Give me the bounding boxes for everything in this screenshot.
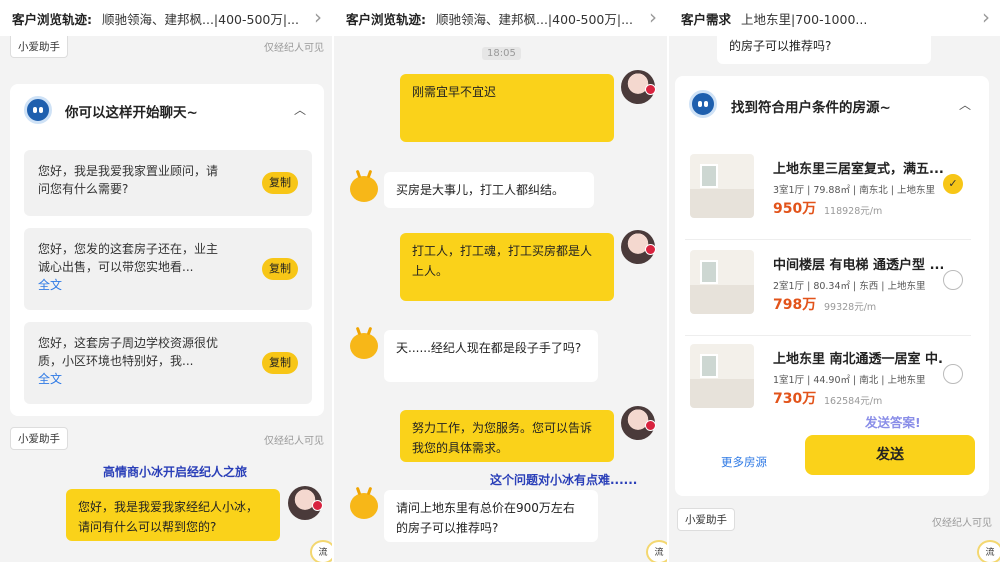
copy-button[interactable]: 复制	[262, 172, 298, 194]
annotation-caption: 发送答案!	[865, 415, 921, 430]
chevron-right-icon[interactable]: ›	[976, 7, 990, 27]
collapse-icon[interactable]: ︿	[959, 96, 971, 113]
suggestion-item: 您好，您发的这套房子还在，业主诚心出售，可以带您实地看... 全文 复制	[24, 228, 312, 310]
full-text-link[interactable]: 全文	[38, 276, 228, 294]
listing-details: 2室1厅 | 80.34㎡ | 东西 | 上地东里	[773, 281, 926, 292]
listing-row[interactable]: 上地东里三居室复式，满五... 3室1厅 | 79.88㎡ | 南东北 | 上地…	[685, 154, 971, 240]
select-radio[interactable]	[943, 270, 963, 290]
header-bar[interactable]: 客户浏览轨迹: 顺驰领海、建邦枫...|400-500万|... ›	[334, 0, 667, 36]
message-bubble: 打工人，打工魂，打工买房都是人上人。	[400, 233, 614, 301]
chevron-right-icon[interactable]: ›	[308, 7, 322, 27]
listing-details: 1室1厅 | 44.90㎡ | 南北 | 上地东里	[773, 375, 926, 386]
listing-price: 798万	[773, 297, 817, 313]
header-label: 客户需求	[681, 11, 732, 27]
annotation-caption: 这个问题对小冰有点难......	[490, 473, 638, 487]
header-label: 客户浏览轨迹:	[346, 11, 426, 27]
listing-photo	[690, 250, 754, 314]
suggestion-item: 您好，这套房子周边学校资源很优质，小区环境也特别好，我... 全文 复制	[24, 322, 312, 404]
listing-title: 上地东里三居室复式，满五...	[773, 162, 943, 177]
suggestion-item: 您好，我是我爱我家置业顾问，请问您有什么需要? 复制	[24, 150, 312, 216]
agent-avatar	[621, 406, 656, 440]
header-bar[interactable]: 客户浏览轨迹: 顺驰领海、建邦枫...|400-500万|... ›	[0, 0, 332, 36]
suggestion-body: 您好，您发的这套房子还在，业主诚心出售，可以带您实地看...	[38, 242, 219, 274]
agent-avatar	[288, 486, 323, 520]
visibility-note: 仅经纪人可见	[264, 436, 324, 447]
suggestion-body: 您好，这套房子周边学校资源很优质，小区环境也特别好，我...	[38, 336, 219, 368]
copy-button[interactable]: 复制	[262, 352, 298, 374]
card-title: 你可以这样开始聊天~	[65, 105, 198, 121]
copy-button[interactable]: 复制	[262, 258, 298, 280]
listing-photo	[690, 344, 754, 408]
suggestion-text: 您好，我是我爱我家置业顾问，请问您有什么需要?	[38, 164, 219, 196]
visibility-note: 仅经纪人可见	[932, 518, 992, 529]
card-title: 找到符合用户条件的房源~	[731, 100, 891, 116]
suggestion-card: 你可以这样开始聊天~ ︿ 您好，我是我爱我家置业顾问，请问您有什么需要? 复制 …	[10, 84, 324, 416]
more-listings-link[interactable]: 更多房源	[721, 454, 767, 470]
listing-title: 上地东里 南北通透一居室 中...	[773, 352, 943, 367]
selected-radio[interactable]: ✓	[943, 174, 963, 194]
agent-avatar	[621, 230, 656, 264]
full-text-link[interactable]: 全文	[38, 370, 228, 388]
header-label: 客户浏览轨迹:	[12, 11, 92, 27]
listing-unit-price: 162584元/m	[824, 396, 883, 407]
header-value: 顺驰领海、建邦枫...|400-500万|...	[436, 11, 633, 27]
corner-badge[interactable]: 流	[646, 540, 667, 562]
message-bubble: 的房子可以推荐吗?	[717, 30, 931, 64]
robot-icon	[24, 96, 52, 124]
customer-avatar	[350, 333, 378, 359]
annotation-caption: 高情商小冰开启经纪人之旅	[103, 465, 248, 479]
customer-avatar	[350, 176, 378, 202]
panel-listing-results: 客户需求 上地东里|700-1000... › 的房子可以推荐吗? 找到符合用户…	[669, 0, 1000, 562]
header-value: 上地东里|700-1000...	[741, 11, 868, 27]
select-radio[interactable]	[943, 364, 963, 384]
listing-photo	[690, 154, 754, 218]
visibility-note: 仅经纪人可见	[264, 43, 324, 54]
robot-icon	[689, 90, 717, 118]
listing-details: 3室1厅 | 79.88㎡ | 南东北 | 上地东里	[773, 185, 936, 196]
agent-avatar	[621, 70, 656, 104]
listing-row[interactable]: 中间楼层 有电梯 通透户型 ... 2室1厅 | 80.34㎡ | 东西 | 上…	[685, 250, 971, 336]
listing-row[interactable]: 上地东里 南北通透一居室 中... 1室1厅 | 44.90㎡ | 南北 | 上…	[685, 344, 971, 430]
suggestion-text: 您好，您发的这套房子还在，业主诚心出售，可以带您实地看... 全文	[38, 240, 228, 294]
collapse-icon[interactable]: ︿	[294, 101, 306, 118]
listing-price: 950万	[773, 201, 817, 217]
suggestion-text: 您好，这套房子周边学校资源很优质，小区环境也特别好，我... 全文	[38, 334, 228, 388]
send-button[interactable]: 发送	[805, 435, 975, 475]
message-bubble: 努力工作，为您服务。您可以告诉我您的具体需求。	[400, 410, 614, 462]
timestamp: 18:05	[482, 47, 521, 60]
message-bubble: 您好，我是我爱我家经纪人小冰，请问有什么可以帮到您的?	[66, 489, 280, 541]
listing-price: 730万	[773, 391, 817, 407]
corner-badge[interactable]: 流	[310, 540, 332, 562]
listing-unit-price: 99328元/m	[824, 302, 877, 313]
listing-title: 中间楼层 有电梯 通透户型 ...	[773, 258, 943, 273]
corner-badge[interactable]: 流	[977, 540, 1000, 562]
listing-unit-price: 118928元/m	[824, 206, 883, 217]
listing-card: 找到符合用户条件的房源~ ︿ 上地东里三居室复式，满五... 3室1厅 | 79…	[675, 76, 989, 496]
assistant-tag: 小爱助手	[10, 36, 68, 58]
message-bubble: 买房是大事儿，打工人都纠结。	[384, 172, 594, 208]
message-bubble: 天......经纪人现在都是段子手了吗?	[384, 330, 598, 382]
chevron-right-icon[interactable]: ›	[643, 7, 657, 27]
panel-chat-conversation: 客户浏览轨迹: 顺驰领海、建邦枫...|400-500万|... › 18:05…	[334, 0, 667, 562]
message-bubble: 刚需宜早不宜迟	[400, 74, 614, 142]
assistant-tag: 小爱助手	[10, 427, 68, 450]
header-value: 顺驰领海、建邦枫...|400-500万|...	[102, 11, 299, 27]
assistant-tag: 小爱助手	[677, 508, 735, 531]
customer-avatar	[350, 493, 378, 519]
message-bubble: 请问上地东里有总价在900万左右的房子可以推荐吗?	[384, 490, 598, 542]
panel-chat-suggestions: 客户浏览轨迹: 顺驰领海、建邦枫...|400-500万|... › 小爱助手 …	[0, 0, 332, 562]
